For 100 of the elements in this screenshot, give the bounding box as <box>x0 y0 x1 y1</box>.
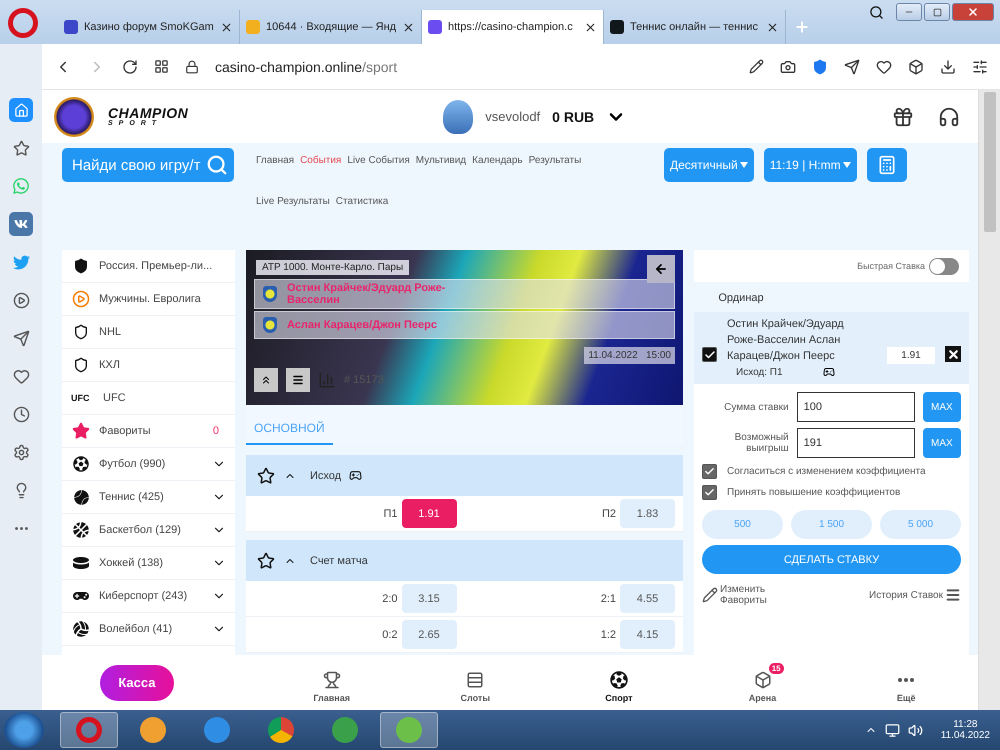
team-row: Остин Крайчек/Эдуард Роже-Васселин <box>254 279 675 309</box>
reload-icon[interactable] <box>122 58 138 74</box>
edit-favorites-link[interactable]: Изменить Фавориты <box>702 584 792 606</box>
sidebar-item[interactable]: UFC UFC <box>62 382 235 415</box>
sidebar-item[interactable]: NHL <box>62 316 235 349</box>
sidebar-item[interactable]: Россия. Премьер-ли... <box>62 250 235 283</box>
odds-button[interactable]: 4.15 <box>620 620 675 649</box>
nav-link[interactable]: Статистика <box>336 196 388 207</box>
tennis-icon <box>71 487 91 507</box>
outcome-label: 2:0 <box>382 592 398 604</box>
sidebar-item[interactable]: Мужчины. Евролига <box>62 283 235 316</box>
sidebar-item[interactable]: Футбол (990) <box>62 448 235 481</box>
odds-button[interactable]: 3.15 <box>402 584 456 613</box>
username: vsevolodf <box>485 109 540 124</box>
site-icon <box>428 20 442 34</box>
address-field[interactable]: casino-champion.online/sport <box>215 58 733 74</box>
columns-button[interactable] <box>286 368 310 392</box>
vk-icon[interactable] <box>9 212 33 236</box>
home-icon[interactable] <box>9 98 33 122</box>
outcome-label: 2:1 <box>600 592 616 604</box>
browser-tab[interactable]: https://casino-champion.c <box>422 10 604 44</box>
heart-icon[interactable] <box>876 58 892 74</box>
download-icon[interactable] <box>940 58 956 74</box>
gift-icon[interactable] <box>892 106 914 128</box>
balance: 0 RUB <box>552 108 594 124</box>
edit-icon[interactable] <box>749 59 764 74</box>
back-button[interactable] <box>647 255 675 283</box>
sidebar-label: Россия. Премьер-ли... <box>99 260 214 272</box>
bottom-nav-item[interactable]: Арена 15 <box>690 662 834 702</box>
nav-link[interactable]: Главная <box>256 155 294 166</box>
sidebar-item[interactable]: Баскетбол (129) <box>62 514 235 547</box>
logo-icon[interactable] <box>54 96 94 136</box>
close-icon[interactable] <box>402 20 415 34</box>
close-icon[interactable] <box>220 20 233 34</box>
outcome-label: П2 <box>602 508 616 520</box>
close-button[interactable] <box>952 3 994 21</box>
bet-history-link[interactable]: История Ставок <box>869 587 961 603</box>
sidebar-item[interactable]: Волейбол (41) <box>62 613 235 646</box>
nav-link[interactable]: Live Результаты <box>256 196 330 207</box>
bottom-nav-item[interactable]: Главная <box>260 662 404 702</box>
field-label: Сумма ставки <box>723 402 789 412</box>
cube-icon[interactable] <box>908 58 924 74</box>
sidebar-label: Волейбол (41) <box>99 623 174 635</box>
settings-icon[interactable] <box>972 58 988 74</box>
sidebar-item[interactable]: Хоккей (138) <box>62 547 235 580</box>
remove-bet-button[interactable] <box>945 346 961 362</box>
sidebar-item[interactable]: Фавориты 0 <box>62 415 235 448</box>
sidebar-item[interactable]: Киберспорт (243) <box>62 580 235 613</box>
collapse-button[interactable] <box>254 368 278 392</box>
cube-icon <box>754 670 772 688</box>
odds-button[interactable]: 1.91 <box>402 499 456 528</box>
bottom-nav-item[interactable]: Ещё <box>834 662 978 702</box>
volume-icon[interactable] <box>908 722 923 738</box>
nav-link[interactable]: Результаты <box>528 155 582 166</box>
pencil-icon <box>702 587 718 603</box>
avatar-icon[interactable] <box>443 100 474 134</box>
maximize-icon <box>932 8 942 16</box>
star-outline-icon[interactable] <box>256 466 276 486</box>
option-checkbox[interactable] <box>702 464 717 479</box>
network-icon[interactable] <box>884 722 900 738</box>
scrollbar-thumb[interactable] <box>984 92 996 232</box>
calculator-button[interactable] <box>866 148 907 182</box>
nav-link[interactable]: События <box>300 155 342 166</box>
bet-checkbox[interactable] <box>702 347 717 362</box>
list-icon <box>466 670 484 688</box>
sidebar-item[interactable]: Теннис (425) <box>62 481 235 514</box>
nav-link[interactable]: Мультивид <box>416 155 466 166</box>
menu-icon <box>945 587 961 603</box>
bet-odds: 1.91 <box>887 347 935 364</box>
cashier-button[interactable]: Касса <box>100 664 174 700</box>
nav-link[interactable]: Live События <box>347 155 410 166</box>
bottom-nav-item[interactable]: Спорт <box>547 662 691 702</box>
grid-icon[interactable] <box>154 59 169 74</box>
option-checkbox[interactable] <box>702 485 717 500</box>
close-icon[interactable] <box>584 20 597 34</box>
headset-icon[interactable] <box>938 106 960 128</box>
quick-bet-toggle[interactable] <box>929 258 959 274</box>
send-icon[interactable] <box>844 58 860 74</box>
opera-logo-icon[interactable] <box>8 8 38 38</box>
close-icon <box>967 6 979 18</box>
odds-button[interactable]: 2.65 <box>402 620 456 649</box>
sidebar-label: Фавориты <box>99 425 152 437</box>
search-icon <box>206 154 228 176</box>
odds-button[interactable]: 4.55 <box>620 584 675 613</box>
camera-icon[interactable] <box>780 58 796 74</box>
close-icon[interactable] <box>766 20 779 34</box>
taskbar-item[interactable] <box>60 712 118 748</box>
sidebar-item[interactable]: КХЛ <box>62 349 235 382</box>
nav-link[interactable]: Календарь <box>472 155 523 166</box>
start-button[interactable] <box>4 712 44 748</box>
maximize-button[interactable] <box>924 3 950 21</box>
tournament-name: ATP 1000. Монте-Карло. Пары <box>256 260 410 275</box>
shield-icon[interactable] <box>812 58 828 74</box>
bottom-nav-item[interactable]: Слоты <box>403 662 548 702</box>
team-badge-icon <box>263 286 277 302</box>
amount-field[interactable]: 191 <box>796 428 915 458</box>
amount-field[interactable]: 100 <box>796 392 915 422</box>
star-outline-icon[interactable] <box>256 550 276 570</box>
market-title: Счет матча <box>310 554 368 566</box>
odds-button[interactable]: 1.83 <box>620 499 675 528</box>
